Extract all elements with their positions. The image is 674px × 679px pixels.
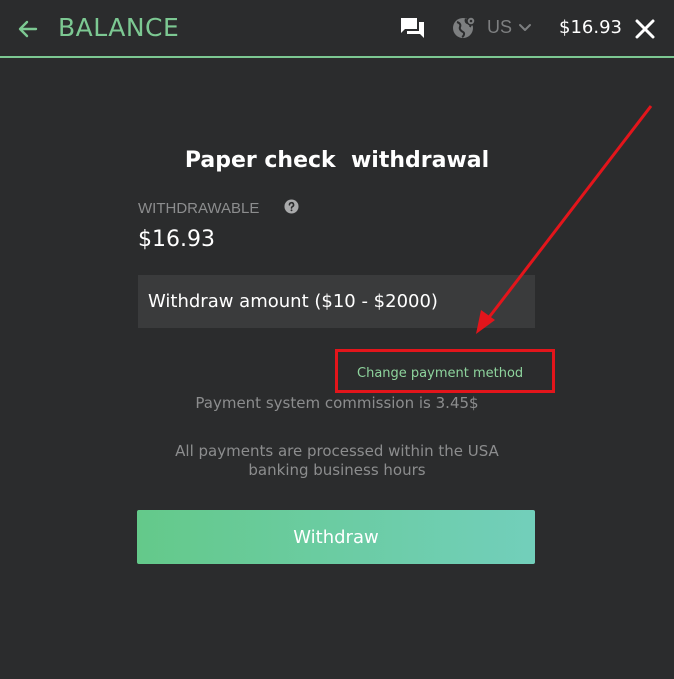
withdrawable-amount: $16.93 xyxy=(138,227,215,252)
withdrawable-label: WITHDRAWABLE xyxy=(138,200,260,217)
commission-text: Payment system commission is 3.45$ xyxy=(195,394,479,412)
chevron-down-icon[interactable] xyxy=(517,20,533,36)
page-title: BALANCE xyxy=(58,13,180,42)
withdraw-button[interactable]: Withdraw xyxy=(137,510,535,564)
withdraw-amount-input[interactable] xyxy=(138,275,535,328)
header-balance: $16.93 xyxy=(559,17,622,38)
header-bar: BALANCE US $16.93 xyxy=(0,0,674,58)
close-icon[interactable] xyxy=(634,18,656,40)
annotation-highlight-box xyxy=(335,349,555,393)
processing-notice: All payments are processed within the US… xyxy=(175,442,499,479)
annotation-arrow-icon xyxy=(476,105,653,334)
arrow-left-icon[interactable] xyxy=(16,17,40,41)
withdrawal-heading: Paper check withdrawal xyxy=(184,148,490,173)
question-icon[interactable] xyxy=(284,199,299,214)
globe-icon[interactable] xyxy=(451,15,477,41)
chat-icon[interactable] xyxy=(400,16,426,40)
region-selector[interactable]: US xyxy=(487,17,512,38)
